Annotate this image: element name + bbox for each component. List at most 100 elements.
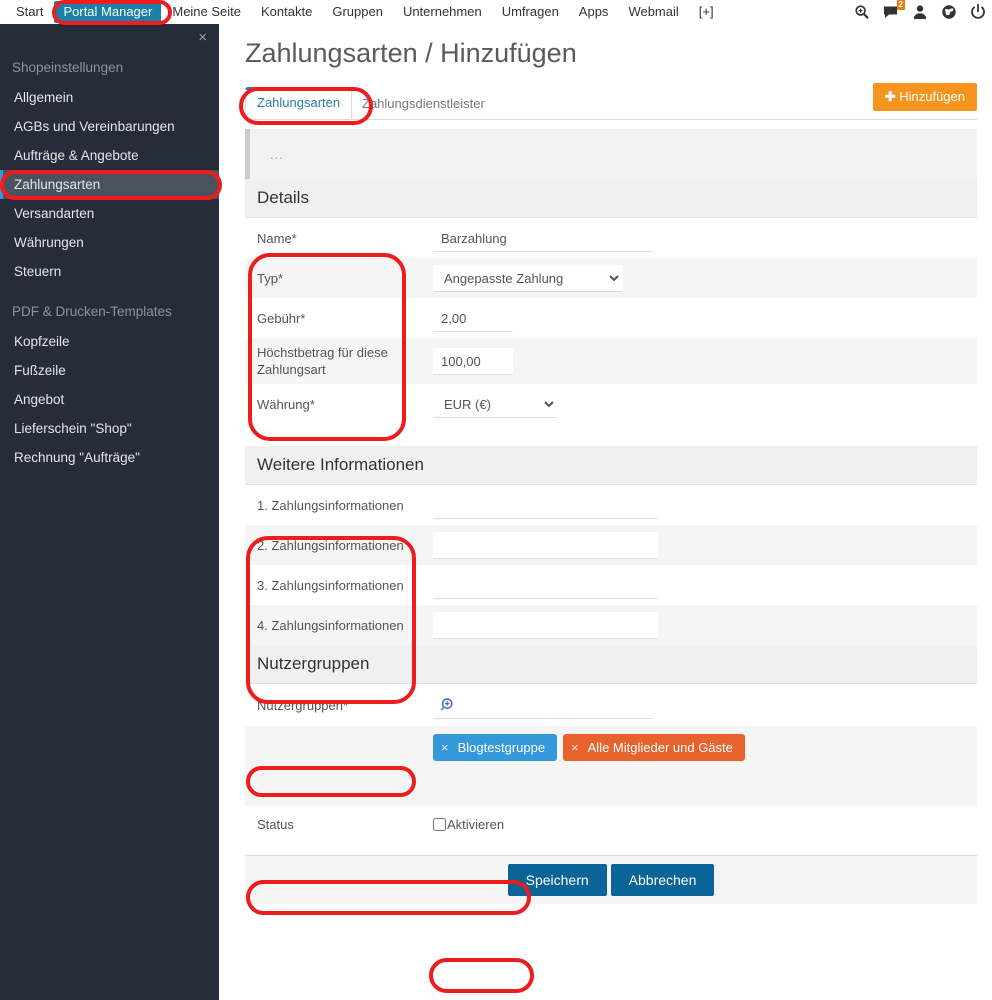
top-nav-icons: 2 (854, 0, 986, 24)
form-row: 3. Zahlungsinformationen (245, 565, 977, 605)
sidebar-close-icon[interactable]: × (198, 30, 207, 45)
sidebar-item-kopfzeile[interactable]: Kopfzeile (0, 327, 219, 356)
tab-bar: Zahlungsarten Zahlungsdienstleister ✚ Hi… (245, 83, 977, 120)
usergroup-tag-label: Blogtestgruppe (457, 740, 546, 755)
text-field[interactable] (433, 571, 658, 599)
nav-item-start[interactable]: Start (7, 1, 52, 23)
field-control (431, 567, 977, 604)
sidebar-groups: Shopeinstellungen Allgemein AGBs und Verei… (0, 24, 219, 472)
field-label: 2. Zahlungsinformationen (257, 537, 404, 553)
field-label: Währung* (257, 396, 315, 412)
field-control: Angepasste Zahlung (431, 260, 977, 297)
add-button[interactable]: ✚ Hinzufügen (872, 83, 977, 111)
form-row: 2. Zahlungsinformationen (245, 525, 977, 565)
cancel-button[interactable]: Abbrechen (610, 864, 715, 896)
nutzergruppen-tags-spacer (245, 726, 431, 755)
form-rows-nutzergruppen: Nutzergruppen* × Blogtestgruppe × Alle Mitg… (245, 684, 977, 842)
nav-item-gruppen[interactable]: Gruppen (323, 1, 392, 23)
text-field[interactable] (433, 347, 513, 375)
status-label: Status (257, 816, 294, 832)
nutzergruppen-control (431, 687, 977, 724)
field-control (431, 343, 977, 380)
plus-icon: ✚ (884, 89, 896, 104)
nav-item-kontakte[interactable]: Kontakte (252, 1, 321, 23)
field-control (431, 527, 977, 564)
sidebar-item-allgemein[interactable]: Allgemein (0, 83, 219, 112)
sidebar-item-lieferschein-shop[interactable]: Lieferschein "Shop" (0, 414, 219, 443)
info-panel-text: ... (270, 146, 284, 162)
nav-item-umfragen[interactable]: Umfragen (493, 1, 568, 23)
text-field[interactable] (433, 611, 658, 639)
form-row: Name* (245, 218, 977, 258)
sidebar-item-agbs-und-vereinbarungen[interactable]: AGBs und Vereinbarungen (0, 112, 219, 141)
sidebar: × Shopeinstellungen Allgemein AGBs und Ver… (0, 24, 219, 1000)
sidebar-item-zahlungsarten[interactable]: Zahlungsarten (0, 170, 219, 199)
text-field[interactable] (433, 531, 658, 559)
text-field[interactable] (433, 491, 658, 519)
field-control (431, 300, 977, 337)
status-checkbox-wrap[interactable]: Aktivieren (433, 817, 977, 832)
globe-icon[interactable] (941, 4, 957, 20)
sidebar-item-steuern[interactable]: Steuern (0, 257, 219, 286)
sidebar-item-auftr-ge-angebote[interactable]: Aufträge & Angebote (0, 141, 219, 170)
tab-zahlungsarten[interactable]: Zahlungsarten (245, 87, 353, 119)
field-label: Name* (257, 230, 297, 246)
power-icon[interactable] (970, 3, 986, 20)
search-icon[interactable] (854, 4, 870, 20)
select-field[interactable]: Angepasste Zahlung (433, 264, 623, 292)
footer-actions: Speichern Abbrechen (245, 856, 977, 904)
nutzergruppen-label: Nutzergruppen* (257, 697, 349, 713)
sidebar-item-fu-zeile[interactable]: Fußzeile (0, 356, 219, 385)
form-row: 4. Zahlungsinformationen (245, 605, 977, 645)
tab-zahlungsdienstleister[interactable]: Zahlungsdienstleister (351, 90, 496, 119)
sidebar-item-rechnung-auftr-ge[interactable]: Rechnung "Aufträge" (0, 443, 219, 472)
field-control (431, 220, 977, 257)
message-count-badge: 2 (896, 0, 905, 10)
nutzergruppen-search-wrap (433, 691, 653, 719)
usergroup-tag[interactable]: × Blogtestgruppe (433, 734, 558, 761)
status-checkbox[interactable] (433, 817, 446, 831)
add-button-label: Hinzufügen (899, 89, 965, 104)
profile-icon[interactable] (912, 4, 928, 20)
select-field[interactable]: EUR (€) (433, 390, 558, 418)
messages-icon[interactable]: 2 (883, 0, 905, 20)
nav-item-[interactable]: [+] (690, 1, 723, 23)
nav-item-portal-manager[interactable]: Portal Manager (54, 0, 162, 23)
status-control: Aktivieren (431, 812, 977, 837)
x-icon[interactable]: × (571, 740, 579, 755)
field-label: Gebühr* (257, 310, 306, 326)
form-row: 1. Zahlungsinformationen (245, 485, 977, 525)
save-button[interactable]: Speichern (507, 864, 607, 896)
main-content: Zahlungsarten / Hinzufügen Zahlungsarten… (219, 24, 992, 1000)
page-title: Zahlungsarten / Hinzufügen (245, 38, 577, 68)
form-row: Währung* EUR (€) (245, 384, 977, 424)
form-rows-details: Name* Typ* Angepasste Zahlung Gebühr* Höchst… (245, 218, 977, 424)
x-icon[interactable]: × (441, 740, 449, 755)
text-field[interactable] (433, 304, 513, 332)
section-header-weitere: Weitere Informationen (245, 446, 977, 485)
status-row: Status Aktivieren (245, 806, 977, 842)
nutzergruppen-tags-row: × Blogtestgruppe × Alle Mitglieder und Gäst… (245, 726, 977, 806)
form-row: Höchstbetrag für diese Zahlungsart (245, 338, 977, 384)
sidebar-item-angebot[interactable]: Angebot (0, 385, 219, 414)
field-label: 1. Zahlungsinformationen (257, 497, 404, 513)
top-navigation-bar: Start Portal Manager Meine Seite Kontakte Gr… (0, 0, 992, 24)
nav-item-unternehmen[interactable]: Unternehmen (394, 1, 491, 23)
nutzergruppen-tag-list: × Blogtestgruppe × Alle Mitglieder und Gäst… (431, 726, 977, 769)
nav-item-webmail[interactable]: Webmail (619, 1, 687, 23)
field-label: Typ* (257, 270, 284, 286)
form-row: Gebühr* (245, 298, 977, 338)
text-field[interactable] (433, 224, 653, 252)
nutzergruppen-row: Nutzergruppen* (245, 684, 977, 726)
sidebar-item-versandarten[interactable]: Versandarten (0, 199, 219, 228)
nav-item-meine-seite[interactable]: Meine Seite (163, 1, 250, 23)
field-control: EUR (€) (431, 386, 977, 423)
info-panel: ... (245, 129, 977, 179)
field-label: 3. Zahlungsinformationen (257, 577, 404, 593)
sidebar-item-w-hrungen[interactable]: Währungen (0, 228, 219, 257)
field-control (431, 607, 977, 644)
nav-item-apps[interactable]: Apps (570, 1, 618, 23)
nutzergruppen-search-input[interactable] (433, 691, 653, 719)
usergroup-tag-label: Alle Mitglieder und Gäste (587, 740, 733, 755)
usergroup-tag[interactable]: × Alle Mitglieder und Gäste (563, 734, 745, 761)
